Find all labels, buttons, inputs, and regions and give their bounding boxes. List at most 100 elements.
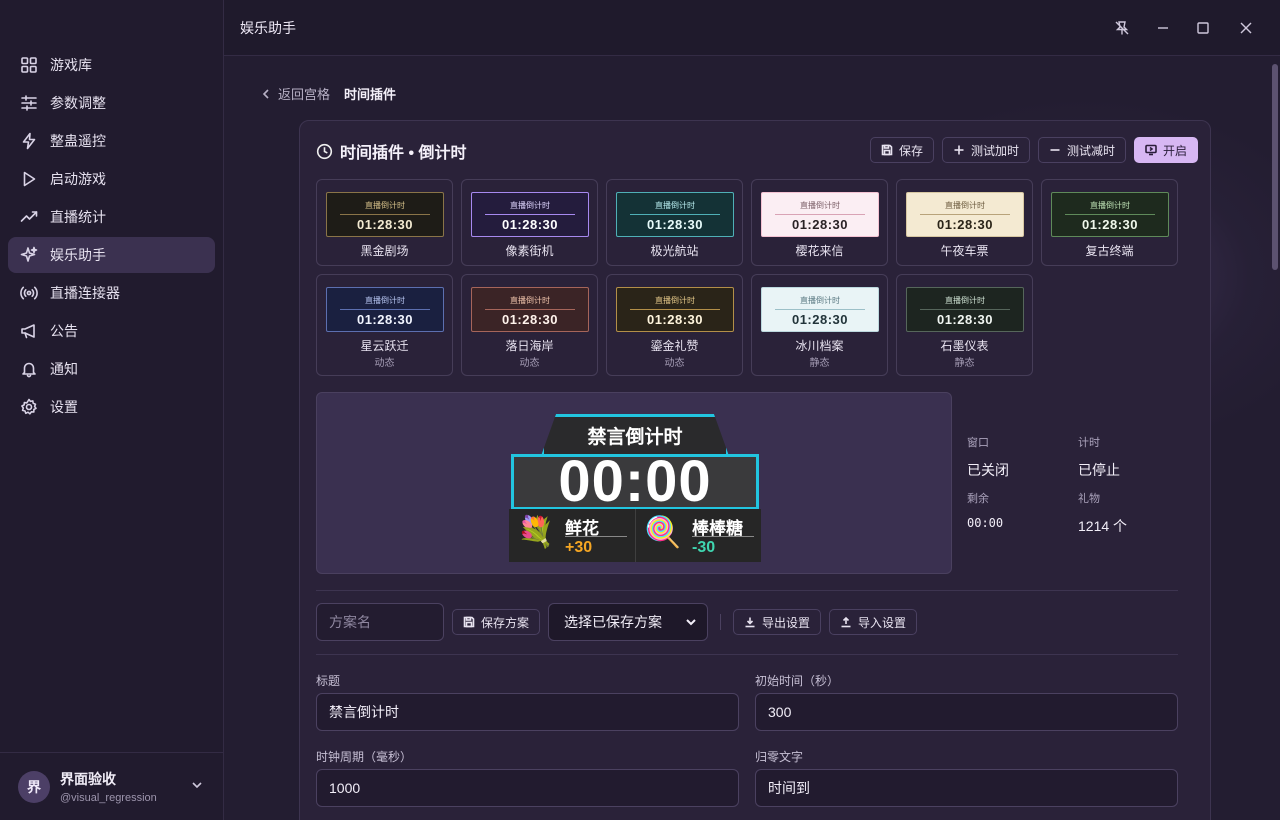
bouquet-icon: 💐 — [517, 516, 555, 549]
upload-icon — [841, 616, 851, 628]
theme-preview-title: 直播倒计时 — [655, 296, 695, 305]
theme-card-pixel-arcade[interactable]: 直播倒计时 01:28:30 像素街机 — [461, 179, 598, 266]
theme-preview-time: 01:28:30 — [791, 312, 849, 327]
sidebar-item-label: 启动游戏 — [50, 171, 106, 187]
theme-preview-divider — [340, 214, 430, 215]
theme-card-nebula-jump[interactable]: 直播倒计时 01:28:30 星云跃迁 动态 — [316, 274, 453, 376]
timer-plugin-card: 时间插件 • 倒计时 保存 测试加时 测试减时 开启 直播倒计时 01:28:30… — [299, 120, 1211, 820]
main-content: 返回宫格 时间插件 时间插件 • 倒计时 保存 测试加时 测试减时 开启 直播倒… — [224, 56, 1280, 820]
sidebar-item-params[interactable]: 参数调整 — [8, 85, 215, 121]
app-title: 娱乐助手 — [240, 19, 296, 36]
theme-name: 复古终端 — [1085, 244, 1134, 258]
title-label: 标题 — [316, 674, 341, 688]
user-profile[interactable]: 界 界面验收 @visual_regression — [0, 752, 223, 820]
gift-divider — [565, 536, 627, 537]
plus-icon — [954, 145, 964, 155]
divider — [316, 590, 1178, 591]
sidebar-item-settings[interactable]: 设置 — [8, 389, 215, 425]
theme-card-sakura-letter[interactable]: 直播倒计时 01:28:30 樱花来信 — [751, 179, 888, 266]
breadcrumb-current: 时间插件 — [344, 87, 397, 102]
theme-card-black-gold-theater[interactable]: 直播倒计时 01:28:30 黑金剧场 — [316, 179, 453, 266]
theme-card-glacier-archive[interactable]: 直播倒计时 01:28:30 冰川档案 静态 — [751, 274, 888, 376]
stat-timer: 计时 已停止 — [1078, 434, 1188, 480]
unpin-icon[interactable] — [1112, 18, 1132, 38]
sidebar-item-launch-game[interactable]: 启动游戏 — [8, 161, 215, 197]
theme-name: 星云跃迁 — [360, 339, 409, 353]
sidebar-item-label: 公告 — [50, 323, 78, 339]
open-label: 开启 — [1162, 143, 1187, 158]
theme-preview-title: 直播倒计时 — [655, 201, 695, 210]
stat-value: 已停止 — [1078, 462, 1120, 478]
theme-preview-title: 直播倒计时 — [945, 296, 985, 305]
import-settings-button[interactable]: 导入设置 — [829, 609, 918, 635]
stat-label: 剩余 — [967, 493, 989, 505]
sidebar-item-label: 游戏库 — [50, 57, 92, 73]
theme-preview-time: 01:28:30 — [356, 312, 414, 327]
open-button[interactable]: 开启 — [1133, 137, 1198, 163]
sidebar-item-label: 设置 — [50, 399, 78, 415]
sidebar-item-live-stats[interactable]: 直播统计 — [8, 199, 215, 235]
theme-type: 动态 — [519, 358, 540, 369]
minimize-icon[interactable] — [1153, 18, 1173, 38]
theme-type: 动态 — [664, 358, 685, 369]
save-preset-button[interactable]: 保存方案 — [452, 609, 541, 635]
gift-delta: +30 — [565, 539, 593, 556]
theme-card-midnight-ticket[interactable]: 直播倒计时 01:28:30 午夜车票 — [896, 179, 1033, 266]
sidebar-item-label: 通知 — [50, 361, 78, 377]
theme-preview-title: 直播倒计时 — [1090, 201, 1130, 210]
preset-name-input[interactable]: 方案名 — [316, 603, 444, 641]
theme-preview: 直播倒计时 01:28:30 — [616, 192, 734, 237]
megaphone-icon — [20, 322, 38, 340]
theme-preview-time: 01:28:30 — [356, 217, 414, 232]
sidebar-item-label: 娱乐助手 — [50, 247, 106, 263]
separator — [720, 614, 722, 630]
gear-icon — [20, 398, 38, 416]
title-input[interactable]: 禁言倒计时 — [316, 693, 739, 731]
theme-card-gilded-tribute[interactable]: 直播倒计时 01:28:30 鎏金礼赞 动态 — [606, 274, 743, 376]
save-button[interactable]: 保存 — [869, 137, 934, 163]
sidebar-item-live-connector[interactable]: 直播连接器 — [8, 275, 215, 311]
bell-icon — [20, 360, 38, 378]
stat-label: 礼物 — [1078, 493, 1100, 505]
theme-preview-title: 直播倒计时 — [510, 296, 550, 305]
maximize-icon[interactable] — [1193, 18, 1213, 38]
preset-select[interactable]: 选择已保存方案 — [548, 603, 709, 641]
sidebar-item-game-library[interactable]: 游戏库 — [8, 47, 215, 83]
theme-card-graphite-gauge[interactable]: 直播倒计时 01:28:30 石墨仪表 静态 — [896, 274, 1033, 376]
breadcrumb: 返回宫格 时间插件 — [260, 84, 396, 103]
chevron-down-icon — [686, 619, 696, 626]
theme-card-retro-terminal[interactable]: 直播倒计时 01:28:30 复古终端 — [1041, 179, 1178, 266]
close-icon[interactable] — [1236, 18, 1256, 38]
theme-preview-divider — [340, 309, 430, 310]
initial-time-label: 初始时间（秒） — [755, 674, 840, 688]
monitor-icon — [1145, 144, 1157, 156]
export-settings-button[interactable]: 导出设置 — [733, 609, 822, 635]
stat-window: 窗口 已关闭 — [967, 434, 1077, 480]
sidebar-item-entertainment[interactable]: 娱乐助手 — [8, 237, 215, 273]
test-subtract-time-button[interactable]: 测试减时 — [1037, 137, 1126, 163]
scrollbar[interactable] — [1272, 64, 1278, 270]
theme-preview-divider — [775, 214, 865, 215]
theme-preview-time: 01:28:30 — [501, 312, 559, 327]
initial-time-input[interactable]: 300 — [755, 693, 1178, 731]
theme-name: 冰川档案 — [795, 339, 844, 353]
clock-period-input[interactable]: 1000 — [316, 769, 739, 807]
theme-preview-time: 01:28:30 — [646, 312, 704, 327]
sidebar-item-announcement[interactable]: 公告 — [8, 313, 215, 349]
divider — [316, 654, 1178, 655]
sidebar-item-prank-remote[interactable]: 整蛊遥控 — [8, 123, 215, 159]
zero-text-input[interactable]: 时间到 — [755, 769, 1178, 807]
test-add-time-button[interactable]: 测试加时 — [941, 137, 1030, 163]
stat-remaining: 剩余 00:00 — [967, 490, 1077, 530]
back-link[interactable]: 返回宫格 — [260, 84, 330, 103]
widget-preview: 禁言倒计时 00:00 💐 鲜花 +30 🍭 棒棒糖 -30 — [316, 392, 952, 574]
theme-card-aurora-terminal[interactable]: 直播倒计时 01:28:30 极光航站 — [606, 179, 743, 266]
export-label: 导出设置 — [762, 615, 811, 630]
theme-name: 像素街机 — [505, 244, 554, 258]
play-icon — [20, 170, 38, 188]
chevron-down-icon[interactable] — [191, 779, 203, 794]
sidebar: 游戏库 参数调整 整蛊遥控 启动游戏 直播统计 娱乐助手 直播连接器 公告 通知… — [0, 0, 224, 820]
theme-card-sunset-coast[interactable]: 直播倒计时 01:28:30 落日海岸 动态 — [461, 274, 598, 376]
sidebar-item-notifications[interactable]: 通知 — [8, 351, 215, 387]
stat-value: 00:00 — [967, 516, 1004, 530]
